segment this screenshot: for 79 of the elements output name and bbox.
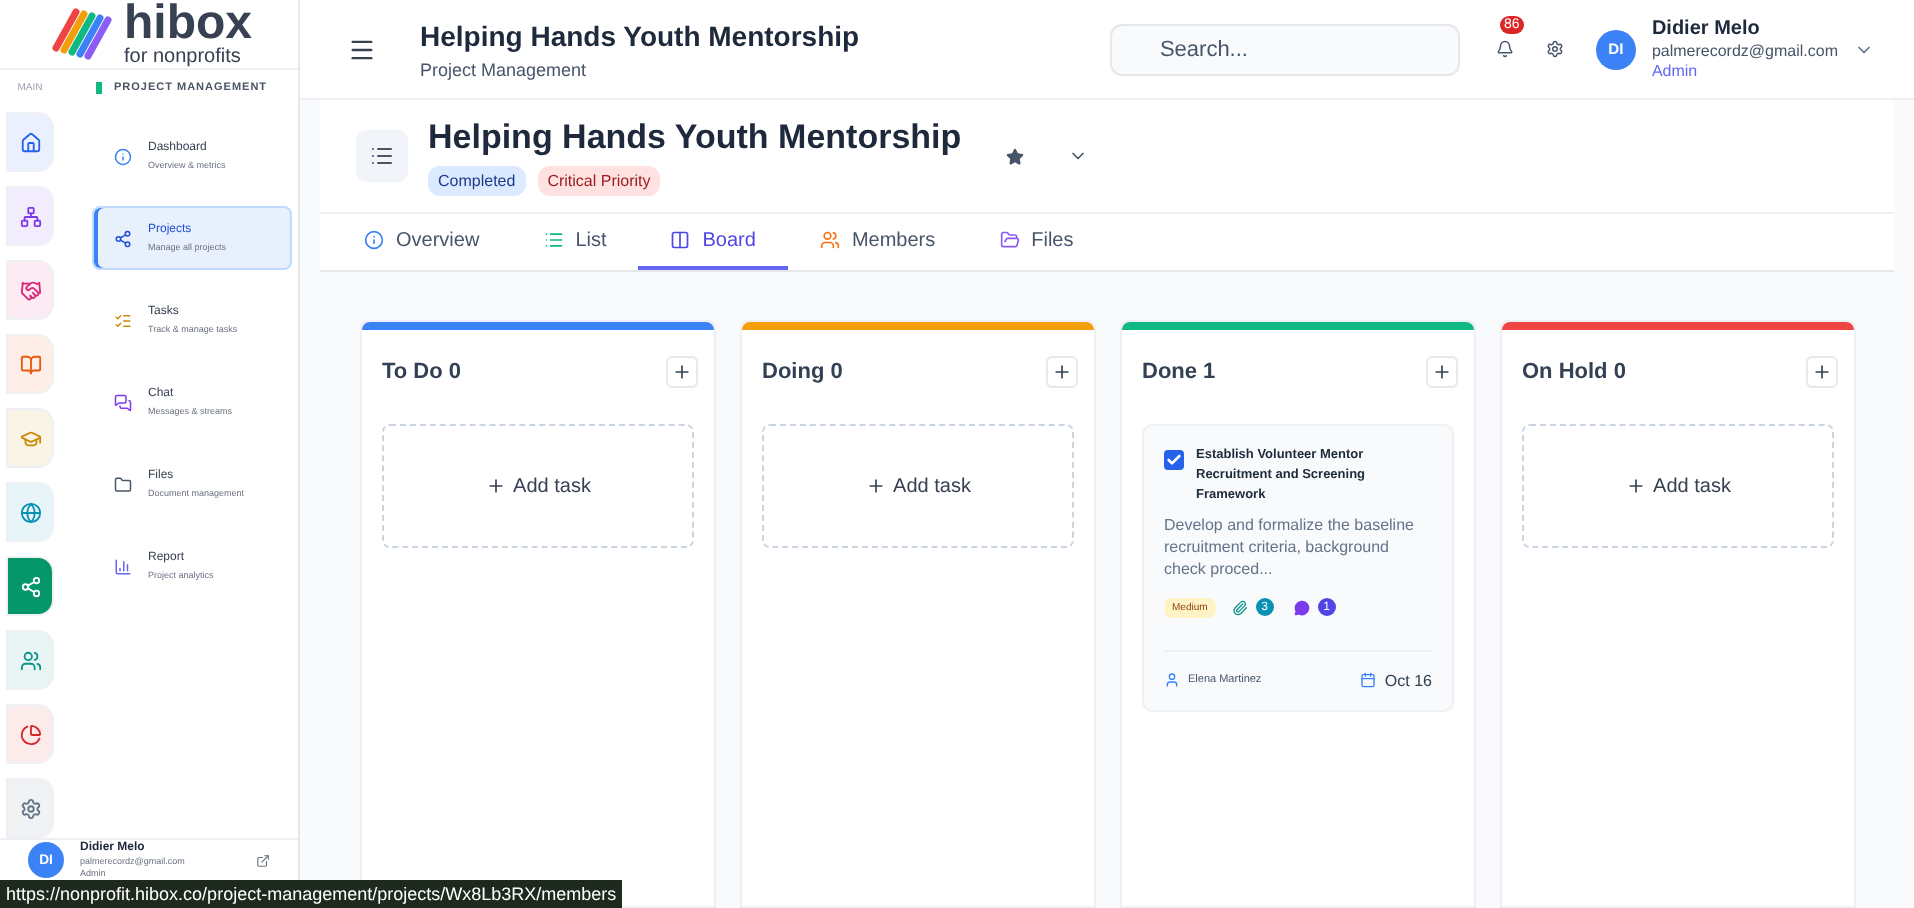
projects-icon xyxy=(114,229,132,247)
gear-icon xyxy=(19,797,41,819)
rail-button[interactable] xyxy=(6,704,54,764)
projects-icon xyxy=(19,575,41,597)
add-button[interactable] xyxy=(666,356,698,388)
add-button[interactable] xyxy=(1806,356,1838,388)
due-date: Oct 16 xyxy=(1384,671,1432,690)
project-title: Helping Hands Youth Mentorship xyxy=(428,117,962,157)
globe-icon xyxy=(19,501,41,523)
home-icon xyxy=(19,131,41,153)
members-tab-icon xyxy=(819,230,840,250)
rail-button[interactable] xyxy=(6,260,54,320)
user-email: palmerecordz@gmail.com xyxy=(1651,42,1838,60)
star-icon[interactable] xyxy=(1005,147,1024,165)
board-tab-icon xyxy=(670,230,691,250)
tab[interactable]: Board xyxy=(638,214,788,270)
overview-tab-icon xyxy=(364,230,384,250)
status-url: https://nonprofit.hibox.co/project-management/projects/Wx8Lb3RX/members xyxy=(0,880,623,908)
pie-icon xyxy=(19,723,41,745)
sitemap-icon xyxy=(19,205,41,227)
add-button[interactable] xyxy=(1426,356,1458,388)
plus-icon xyxy=(1625,476,1646,496)
plus-icon xyxy=(672,362,692,382)
tab[interactable]: Members xyxy=(787,214,968,270)
column-title: On Hold 0 xyxy=(1522,360,1626,384)
menu-icon[interactable] xyxy=(348,35,376,63)
rail-button[interactable] xyxy=(6,408,54,468)
user-role: Admin xyxy=(1651,62,1700,80)
chat-icon xyxy=(114,393,132,411)
plus-icon xyxy=(1812,362,1832,382)
add-task-button[interactable]: Add task xyxy=(382,424,694,548)
project-badge: Completed xyxy=(428,165,526,195)
add-task-button[interactable]: Add task xyxy=(1522,424,1834,548)
book-icon xyxy=(19,353,41,375)
search-field[interactable]: Search... xyxy=(1109,23,1460,75)
rail-button[interactable] xyxy=(6,334,54,394)
people-icon xyxy=(19,649,41,671)
settings-icon[interactable] xyxy=(1545,40,1564,58)
tab[interactable]: List xyxy=(511,214,639,270)
rail-button[interactable] xyxy=(6,630,54,690)
logo-name: hibox xyxy=(124,0,252,48)
comment-icon xyxy=(1293,599,1310,616)
column-title: Done 1 xyxy=(1142,360,1216,384)
logo-tagline: for nonprofits xyxy=(124,48,243,68)
task-checkbox[interactable] xyxy=(1164,450,1184,470)
rail-button[interactable] xyxy=(6,482,54,542)
add-button[interactable] xyxy=(1046,356,1078,388)
paperclip-icon xyxy=(1231,599,1248,616)
plus-icon xyxy=(1432,362,1452,382)
logo-icon xyxy=(48,4,116,64)
bell-icon[interactable] xyxy=(1495,39,1514,57)
user-name: Didier Melo xyxy=(1651,18,1762,40)
files-tab-icon xyxy=(999,230,1020,250)
tab[interactable]: Files xyxy=(967,214,1106,270)
calendar-icon xyxy=(1360,672,1377,689)
external-link-icon[interactable] xyxy=(256,853,270,867)
cap-icon xyxy=(19,427,41,449)
page-subtitle: Project Management xyxy=(420,59,589,79)
person-icon xyxy=(1164,672,1180,689)
list-icon xyxy=(356,130,408,182)
column-title: To Do 0 xyxy=(382,360,462,384)
rail-button[interactable] xyxy=(6,778,54,838)
add-task-button[interactable]: Add task xyxy=(762,424,1074,548)
rail-button[interactable] xyxy=(6,112,54,172)
files-icon xyxy=(114,475,132,493)
page-title: Helping Hands Youth Mentorship xyxy=(420,19,862,51)
task-description: Develop and formalize the baseline recruitment criteria, background check proced... xyxy=(1164,516,1416,582)
plus-icon xyxy=(485,476,506,496)
plus-icon xyxy=(1052,362,1072,382)
tasks-icon xyxy=(114,311,132,329)
report-icon xyxy=(114,557,132,575)
handshake-icon xyxy=(19,279,41,301)
dashboard-icon xyxy=(114,147,132,165)
plus-icon xyxy=(865,476,886,496)
rail-button[interactable] xyxy=(6,556,54,616)
column-title: Doing 0 xyxy=(762,360,843,384)
tab[interactable]: Overview xyxy=(332,214,512,270)
rail-button[interactable] xyxy=(6,186,54,246)
project-badge: Critical Priority xyxy=(537,165,661,195)
